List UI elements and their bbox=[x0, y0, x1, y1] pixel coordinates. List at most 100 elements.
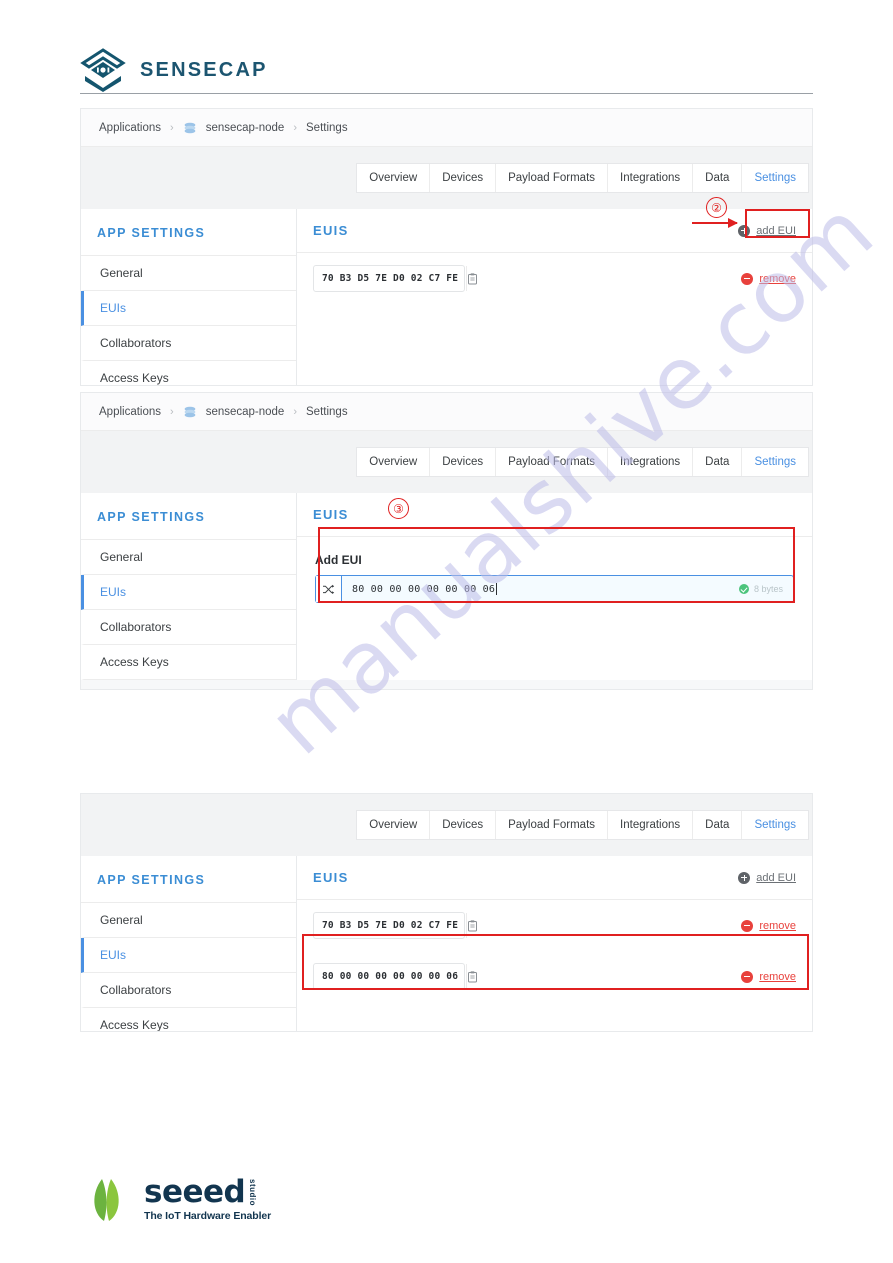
page-title: EUIS bbox=[313, 870, 349, 885]
plus-circle-icon bbox=[738, 871, 751, 884]
remove-eui-button[interactable]: remove bbox=[741, 970, 796, 983]
sidebar-item-collaborators[interactable]: Collaborators bbox=[81, 610, 296, 645]
tab-devices[interactable]: Devices bbox=[430, 164, 497, 192]
euis-header: EUIS add EUI bbox=[297, 856, 812, 900]
remove-eui-button[interactable]: remove bbox=[741, 919, 796, 932]
page-header: SENSECAP bbox=[0, 0, 893, 96]
tab-payload-formats[interactable]: Payload Formats bbox=[496, 811, 609, 839]
euis-header: EUIS add EUI bbox=[297, 209, 812, 253]
tab-payload-formats[interactable]: Payload Formats bbox=[496, 164, 609, 192]
breadcrumb-current: Settings bbox=[306, 121, 348, 134]
sidebar-item-collaborators[interactable]: Collaborators bbox=[81, 973, 296, 1008]
breadcrumb-app[interactable]: sensecap-node bbox=[206, 406, 285, 418]
eui-input[interactable]: 70 B3 D5 7E D0 02 C7 FE bbox=[313, 265, 478, 292]
clipboard-copy-icon[interactable] bbox=[466, 266, 478, 291]
add-eui-input-group[interactable]: 80 00 00 00 00 00 00 06 8 bytes bbox=[315, 575, 794, 603]
sidebar-item-euis[interactable]: EUIs bbox=[81, 291, 296, 326]
seeed-wordmark: seeed studio The IoT Hardware Enabler bbox=[144, 1176, 271, 1222]
eui-value: 70 B3 D5 7E D0 02 C7 FE bbox=[322, 920, 459, 931]
sidebar-item-access-keys[interactable]: Access Keys bbox=[81, 361, 296, 385]
add-eui-form-label: Add EUI bbox=[315, 553, 362, 567]
byte-count-label: 8 bytes bbox=[753, 584, 783, 594]
breadcrumb-applications[interactable]: Applications bbox=[99, 406, 161, 418]
tab-data[interactable]: Data bbox=[693, 448, 743, 476]
eui-row: 70 B3 D5 7E D0 02 C7 FE remove bbox=[297, 253, 812, 304]
shuffle-random-icon[interactable] bbox=[316, 576, 342, 602]
clipboard-copy-icon[interactable] bbox=[466, 964, 478, 989]
page-title: EUIS bbox=[313, 507, 349, 522]
tab-settings[interactable]: Settings bbox=[742, 164, 808, 192]
sidebar-item-general[interactable]: General bbox=[81, 256, 296, 291]
sidebar-item-access-keys[interactable]: Access Keys bbox=[81, 645, 296, 680]
add-eui-form: Add EUI 80 00 00 00 00 00 00 06 8 bytes bbox=[297, 537, 812, 621]
header-divider bbox=[80, 93, 813, 94]
add-eui-button[interactable]: add EUI bbox=[738, 224, 796, 237]
add-eui-input[interactable]: 80 00 00 00 00 00 00 06 bbox=[342, 576, 739, 602]
breadcrumb: Applications › sensecap-node › Settings bbox=[81, 393, 812, 431]
tab-devices[interactable]: Devices bbox=[430, 811, 497, 839]
sidebar-item-access-keys[interactable]: Access Keys bbox=[81, 1008, 296, 1031]
panel-body: APP SETTINGS General EUIs Collaborators … bbox=[81, 493, 812, 680]
tab-overview[interactable]: Overview bbox=[357, 811, 431, 839]
eui-value: 80 00 00 00 00 00 00 06 bbox=[322, 971, 459, 982]
sidebar-item-euis[interactable]: EUIs bbox=[81, 938, 296, 973]
sidebar-title: APP SETTINGS bbox=[81, 856, 296, 903]
remove-label: remove bbox=[759, 970, 796, 983]
tab-settings[interactable]: Settings bbox=[742, 811, 808, 839]
stack-icon bbox=[184, 406, 196, 417]
tab-overview[interactable]: Overview bbox=[357, 448, 431, 476]
breadcrumb-separator: › bbox=[293, 405, 298, 418]
sidebar-item-euis[interactable]: EUIs bbox=[81, 575, 296, 610]
tab-devices[interactable]: Devices bbox=[430, 448, 497, 476]
add-eui-button[interactable]: add EUI bbox=[738, 871, 796, 884]
tab-data[interactable]: Data bbox=[693, 811, 743, 839]
eui-input[interactable]: 80 00 00 00 00 00 00 06 bbox=[313, 963, 478, 990]
breadcrumb-app[interactable]: sensecap-node bbox=[206, 122, 285, 134]
euis-content: EUIS add EUI 70 B3 D5 7E D0 02 C7 FE rem… bbox=[297, 856, 812, 1031]
seeed-studio-label: studio bbox=[248, 1178, 258, 1206]
minus-circle-icon bbox=[741, 970, 754, 983]
app-settings-sidebar: APP SETTINGS General EUIs Collaborators … bbox=[81, 209, 297, 385]
minus-circle-icon bbox=[741, 272, 754, 285]
app-settings-sidebar: APP SETTINGS General EUIs Collaborators … bbox=[81, 856, 297, 1031]
breadcrumb-separator: › bbox=[293, 121, 298, 134]
tab-data[interactable]: Data bbox=[693, 164, 743, 192]
tabs: Overview Devices Payload Formats Integra… bbox=[356, 163, 809, 193]
tab-strip: Overview Devices Payload Formats Integra… bbox=[81, 431, 812, 493]
tab-payload-formats[interactable]: Payload Formats bbox=[496, 448, 609, 476]
tab-settings[interactable]: Settings bbox=[742, 448, 808, 476]
euis-content: EUIS add EUI 70 B3 D5 7E D0 02 C7 FE rem… bbox=[297, 209, 812, 385]
tab-strip: Overview Devices Payload Formats Integra… bbox=[81, 147, 812, 209]
brand-name: SENSECAP bbox=[140, 58, 268, 81]
tab-integrations[interactable]: Integrations bbox=[608, 164, 694, 192]
panel-body: APP SETTINGS General EUIs Collaborators … bbox=[81, 856, 812, 1031]
sensecap-stack-logo-icon bbox=[80, 48, 126, 92]
sidebar-item-general[interactable]: General bbox=[81, 903, 296, 938]
breadcrumb-separator: › bbox=[170, 405, 174, 418]
sidebar-item-general[interactable]: General bbox=[81, 540, 296, 575]
breadcrumb-separator: › bbox=[170, 121, 174, 134]
stack-icon bbox=[184, 122, 196, 133]
add-eui-label: add EUI bbox=[756, 224, 796, 237]
add-eui-label: add EUI bbox=[756, 871, 796, 884]
sidebar-item-collaborators[interactable]: Collaborators bbox=[81, 326, 296, 361]
tab-overview[interactable]: Overview bbox=[357, 164, 431, 192]
table-row: 70 B3 D5 7E D0 02 C7 FE remove bbox=[297, 900, 812, 951]
clipboard-copy-icon[interactable] bbox=[466, 913, 478, 938]
screenshot-panel-1: Applications › sensecap-node › Settings … bbox=[80, 108, 813, 386]
eui-input[interactable]: 70 B3 D5 7E D0 02 C7 FE bbox=[313, 912, 478, 939]
remove-label: remove bbox=[759, 272, 796, 285]
sidebar-title: APP SETTINGS bbox=[81, 493, 296, 540]
tab-integrations[interactable]: Integrations bbox=[608, 811, 694, 839]
tabs: Overview Devices Payload Formats Integra… bbox=[356, 447, 809, 477]
minus-circle-icon bbox=[741, 919, 754, 932]
screenshot-panel-3: Overview Devices Payload Formats Integra… bbox=[80, 793, 813, 1032]
form-actions: Cancel Add EUI bbox=[81, 680, 812, 689]
tab-integrations[interactable]: Integrations bbox=[608, 448, 694, 476]
breadcrumb-applications[interactable]: Applications bbox=[99, 122, 161, 134]
footer: seeed studio The IoT Hardware Enabler bbox=[88, 1175, 271, 1223]
annotation-arrow-add-eui bbox=[692, 218, 738, 228]
tab-strip: Overview Devices Payload Formats Integra… bbox=[81, 794, 812, 856]
remove-eui-button[interactable]: remove bbox=[741, 272, 796, 285]
seeed-leaf-logo-icon bbox=[94, 1179, 119, 1221]
